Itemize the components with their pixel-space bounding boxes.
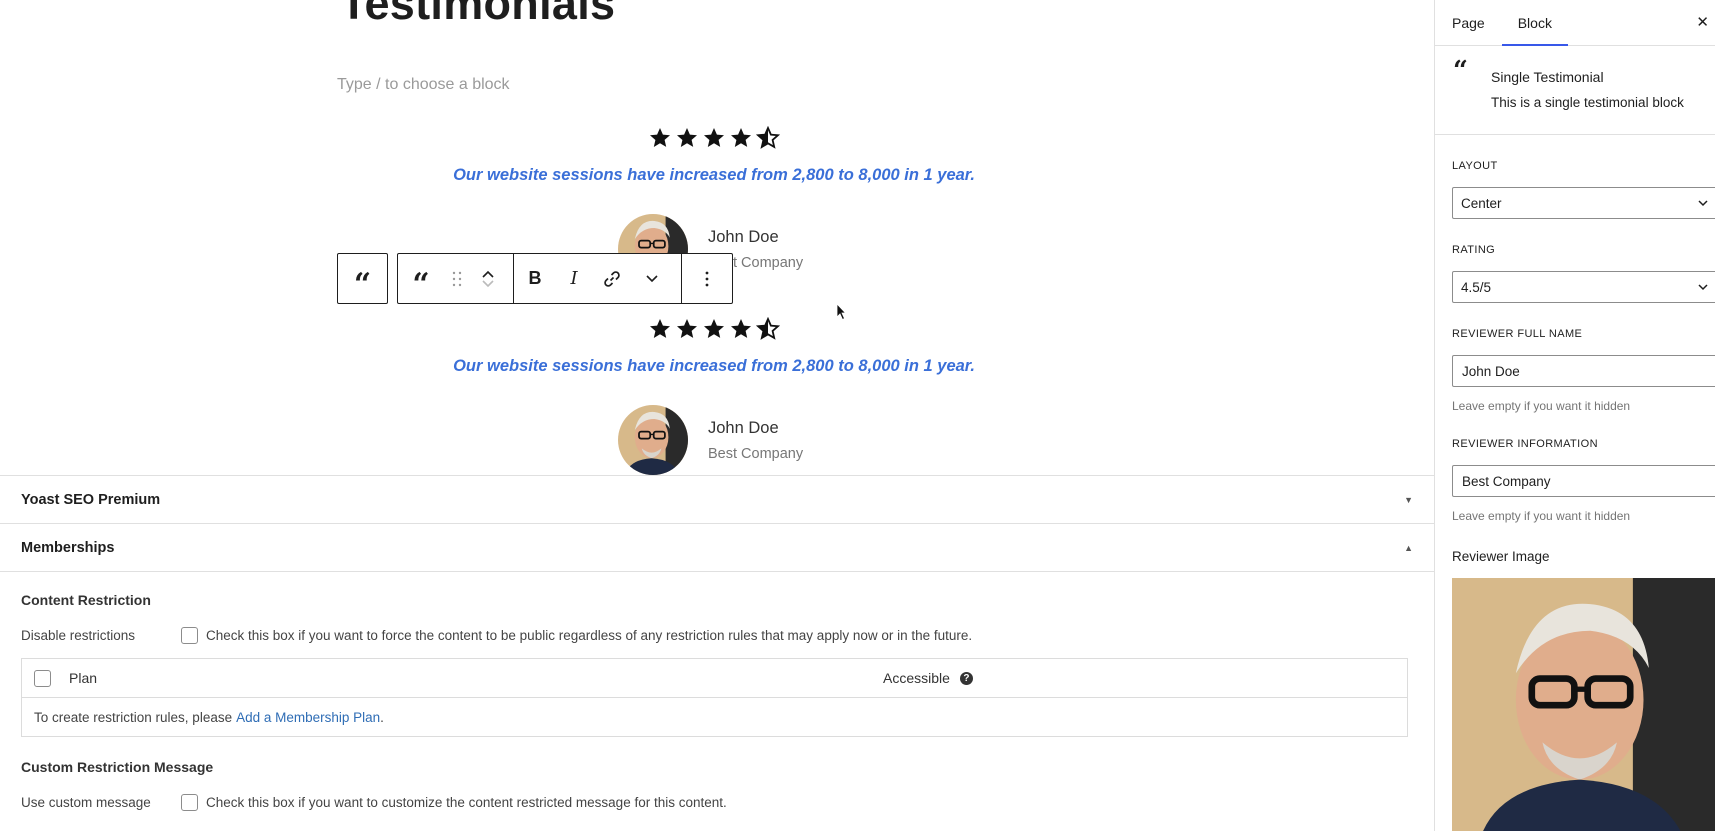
plan-column-header: Plan bbox=[69, 670, 98, 686]
star-full-icon bbox=[677, 128, 697, 147]
move-up-icon[interactable] bbox=[481, 269, 495, 279]
testimonial-block[interactable]: Our website sessions have increased from… bbox=[337, 126, 1091, 284]
accessible-column-header: Accessible ? bbox=[883, 670, 973, 686]
more-formatting-button[interactable] bbox=[632, 254, 672, 303]
reviewer-image-label: Reviewer Image bbox=[1452, 549, 1550, 564]
accessible-label: Accessible bbox=[883, 670, 950, 686]
use-custom-message-row: Use custom message Check this box if you… bbox=[21, 794, 1413, 811]
reviewer-name[interactable]: John Doe bbox=[708, 228, 803, 247]
use-custom-message-label: Use custom message bbox=[21, 795, 151, 810]
rating-select[interactable]: 4.5/5 bbox=[1452, 271, 1715, 303]
restriction-plan-table: Plan Accessible ? To create restriction … bbox=[21, 658, 1408, 737]
block-type-button[interactable]: “ bbox=[398, 254, 444, 303]
reviewer-info-help: Leave empty if you want it hidden bbox=[1452, 509, 1631, 523]
reviewer-name[interactable]: John Doe bbox=[708, 419, 803, 438]
block-placeholder[interactable]: Type / to choose a block bbox=[337, 76, 510, 94]
use-custom-message-checkbox[interactable] bbox=[181, 794, 198, 811]
reviewer-name-label: Reviewer Full Name bbox=[1452, 328, 1583, 340]
rating-value: 4.5/5 bbox=[1461, 279, 1492, 295]
memberships-panel-body: Content Restriction Disable restrictions… bbox=[0, 592, 1434, 811]
quote-icon: “ bbox=[1453, 56, 1468, 86]
caret-down-icon: ▼ bbox=[1404, 494, 1413, 505]
memberships-panel-title: Memberships bbox=[21, 539, 115, 556]
parent-block-button[interactable]: “ bbox=[337, 253, 388, 304]
tab-page[interactable]: Page bbox=[1452, 0, 1485, 46]
testimonial-quote[interactable]: Our website sessions have increased from… bbox=[337, 357, 1091, 376]
star-full-icon bbox=[677, 319, 697, 338]
plan-table-empty-row: To create restriction rules, please Add … bbox=[22, 698, 1407, 736]
reviewer-avatar bbox=[618, 405, 688, 475]
star-full-icon bbox=[650, 319, 670, 338]
move-block-buttons bbox=[470, 254, 506, 303]
block-settings: Layout Center Rating 4.5/5 Reviewer Full… bbox=[1435, 160, 1715, 831]
block-card: “ Single Testimonial This is a single te… bbox=[1435, 46, 1715, 135]
disable-restrictions-label: Disable restrictions bbox=[21, 628, 136, 643]
star-half-icon bbox=[756, 317, 780, 340]
link-button[interactable] bbox=[592, 254, 632, 303]
content-restriction-heading: Content Restriction bbox=[21, 592, 151, 608]
star-full-icon bbox=[650, 128, 670, 147]
chevron-down-icon bbox=[1698, 284, 1708, 291]
link-icon bbox=[604, 270, 620, 287]
rating-label: Rating bbox=[1452, 244, 1496, 256]
caret-up-icon: ▲ bbox=[1404, 542, 1413, 553]
sidebar-tabs: Page Block ✕ bbox=[1435, 0, 1715, 46]
block-card-title: Single Testimonial bbox=[1491, 69, 1604, 85]
help-icon[interactable]: ? bbox=[959, 671, 973, 685]
page-title[interactable]: Testimonials bbox=[340, 0, 615, 30]
star-full-icon bbox=[731, 319, 751, 338]
block-card-description: This is a single testimonial block bbox=[1491, 95, 1684, 110]
italic-button[interactable]: I bbox=[556, 254, 592, 303]
layout-label: Layout bbox=[1452, 160, 1498, 172]
settings-sidebar: Page Block ✕ “ Single Testimonial This i… bbox=[1434, 0, 1715, 831]
chevron-down-icon bbox=[646, 274, 658, 282]
reviewer-info-input[interactable]: Best Company bbox=[1452, 465, 1715, 497]
more-vertical-icon bbox=[705, 271, 709, 286]
star-full-icon bbox=[731, 128, 751, 147]
reviewer-company[interactable]: Best Company bbox=[708, 446, 803, 462]
period-text: . bbox=[380, 709, 384, 725]
disable-restrictions-checkbox[interactable] bbox=[181, 627, 198, 644]
yoast-panel-toggle[interactable]: Yoast SEO Premium ▼ bbox=[0, 476, 1434, 524]
drag-handle-icon[interactable] bbox=[444, 254, 470, 303]
reviewer-image[interactable] bbox=[1452, 578, 1715, 831]
star-full-icon bbox=[704, 128, 724, 147]
select-all-plans-checkbox[interactable] bbox=[34, 669, 51, 687]
testimonial-quote[interactable]: Our website sessions have increased from… bbox=[337, 166, 1091, 185]
reviewer-name-help: Leave empty if you want it hidden bbox=[1452, 399, 1631, 413]
custom-message-heading: Custom Restriction Message bbox=[21, 759, 214, 775]
tab-block[interactable]: Block bbox=[1501, 0, 1569, 46]
move-down-icon[interactable] bbox=[481, 279, 495, 289]
meta-boxes: Yoast SEO Premium ▼ Memberships ▲ Conten… bbox=[0, 475, 1434, 831]
memberships-panel-toggle[interactable]: Memberships ▲ bbox=[0, 524, 1434, 572]
quote-icon: “ bbox=[412, 266, 430, 302]
quote-icon: “ bbox=[353, 266, 372, 302]
testimonial-block[interactable]: Our website sessions have increased from… bbox=[337, 317, 1091, 475]
reviewer: John Doe Best Company bbox=[618, 405, 803, 475]
mouse-cursor-icon bbox=[836, 303, 846, 321]
layout-select[interactable]: Center bbox=[1452, 187, 1715, 219]
bold-button[interactable]: B bbox=[514, 254, 556, 303]
reviewer-info-label: Reviewer Information bbox=[1452, 438, 1598, 450]
disable-restrictions-text: Check this box if you want to force the … bbox=[206, 628, 973, 643]
create-rules-text: To create restriction rules, please bbox=[34, 709, 233, 725]
close-icon[interactable]: ✕ bbox=[1696, 13, 1709, 31]
star-half-icon bbox=[756, 126, 780, 149]
block-options-button[interactable] bbox=[682, 254, 732, 303]
block-toolbar: “ B I bbox=[397, 253, 733, 304]
star-rating bbox=[337, 126, 1091, 150]
star-full-icon bbox=[704, 319, 724, 338]
disable-restrictions-row: Disable restrictions Check this box if y… bbox=[21, 627, 1413, 644]
layout-value: Center bbox=[1461, 195, 1502, 211]
plan-table-header: Plan Accessible ? bbox=[22, 659, 1407, 698]
use-custom-message-text: Check this box if you want to customize … bbox=[206, 795, 727, 810]
yoast-panel-title: Yoast SEO Premium bbox=[21, 491, 161, 508]
chevron-down-icon bbox=[1698, 200, 1708, 207]
reviewer-name-input[interactable]: John Doe bbox=[1452, 355, 1715, 387]
add-membership-plan-link[interactable]: Add a Membership Plan bbox=[236, 710, 380, 725]
editor-canvas: Testimonials Type / to choose a block Ou… bbox=[0, 0, 1434, 831]
star-rating bbox=[337, 317, 1091, 341]
